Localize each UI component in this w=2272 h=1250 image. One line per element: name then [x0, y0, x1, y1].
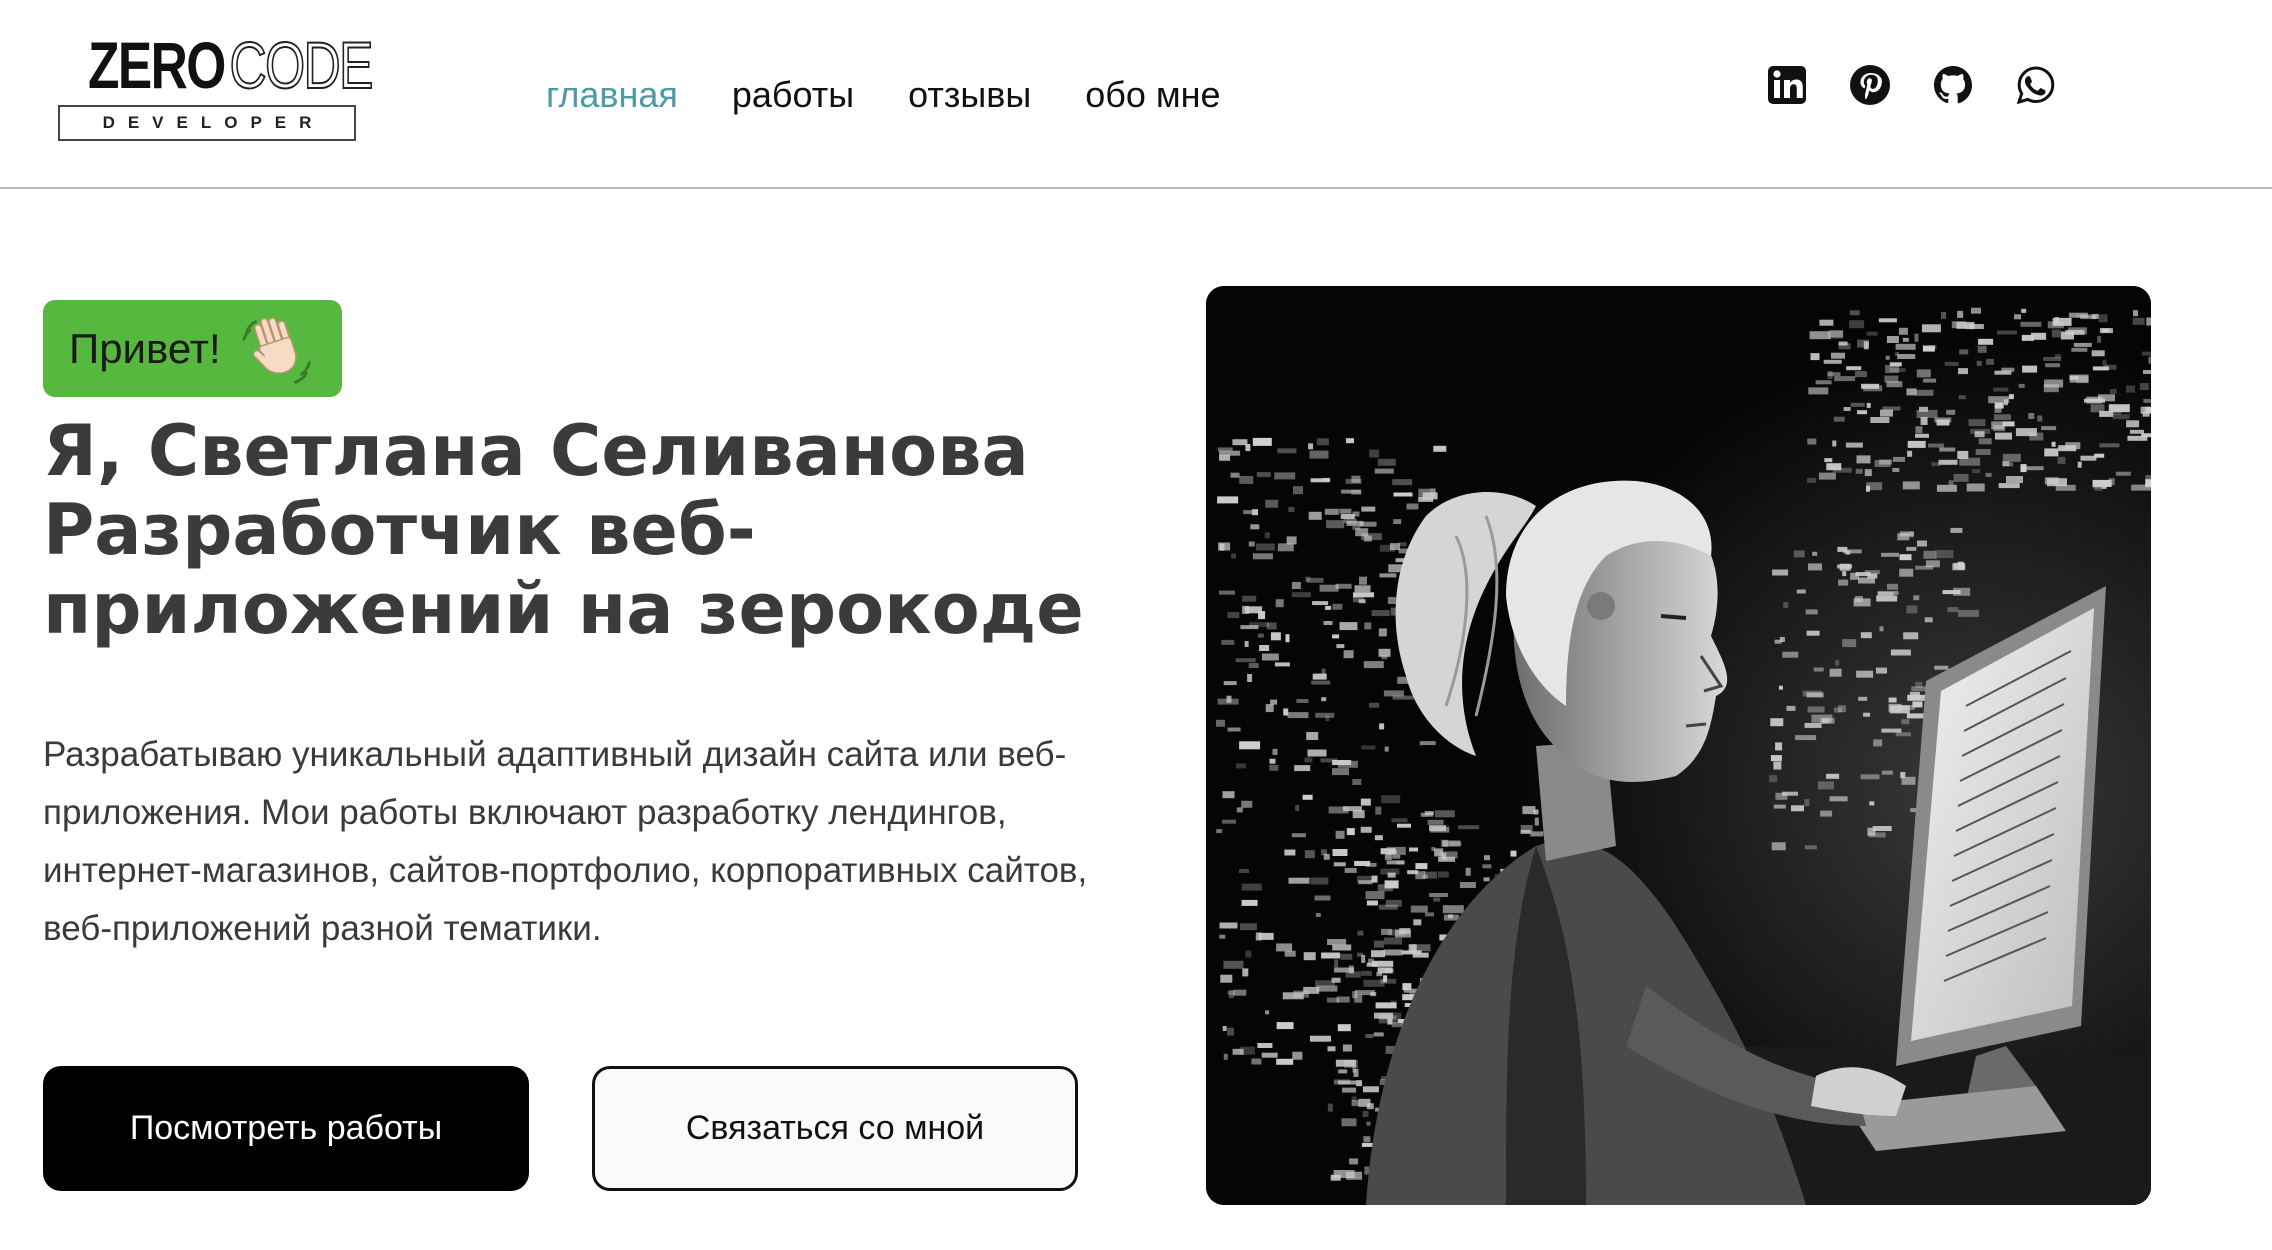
hero-title-line-2: Разработчик веб- [43, 489, 756, 571]
logo-subtitle-box: DEVELOPER [58, 105, 356, 141]
view-works-button[interactable]: Посмотреть работы [43, 1066, 529, 1191]
hero-description: Разрабатываю уникальный адаптивный дизай… [43, 735, 1088, 948]
developer-illustration-art [1206, 286, 2151, 1205]
hero-title-line-1: Я, Светлана Селиванова [43, 410, 1029, 492]
nav-link-home[interactable]: главная [546, 70, 678, 120]
nav-link-reviews[interactable]: отзывы [908, 70, 1031, 120]
whatsapp-icon[interactable] [2015, 64, 2057, 106]
linkedin-icon[interactable] [1766, 64, 1808, 106]
main-nav: главная работы отзывы обо мне [546, 70, 1275, 120]
greeting-text: Привет! [69, 324, 221, 372]
nav-link-about[interactable]: обо мне [1085, 70, 1220, 120]
hero-title: Я, Светлана Селиванова Разработчик веб- … [43, 412, 1123, 649]
logo-word-zero: ZERO [88, 28, 226, 102]
logo-wordmark: ZEROCODE [88, 31, 374, 99]
greeting-badge: Привет! [43, 300, 342, 397]
logo[interactable]: ZEROCODE DEVELOPER [58, 31, 374, 142]
social-links [1766, 64, 2098, 106]
github-icon[interactable] [1932, 64, 1974, 106]
developer-illustration [1206, 286, 2151, 1205]
waving-hand-icon [242, 316, 311, 384]
nav-link-works[interactable]: работы [732, 70, 854, 120]
site-header: ZEROCODE DEVELOPER главная работы отзывы… [0, 0, 2272, 189]
logo-subtitle: DEVELOPER [102, 113, 325, 132]
hero-title-line-3: приложений на зерокоде [43, 568, 1084, 650]
logo-word-code: CODE [229, 28, 375, 102]
pinterest-icon[interactable] [1849, 64, 1891, 106]
contact-me-button[interactable]: Связаться со мной [592, 1066, 1078, 1191]
